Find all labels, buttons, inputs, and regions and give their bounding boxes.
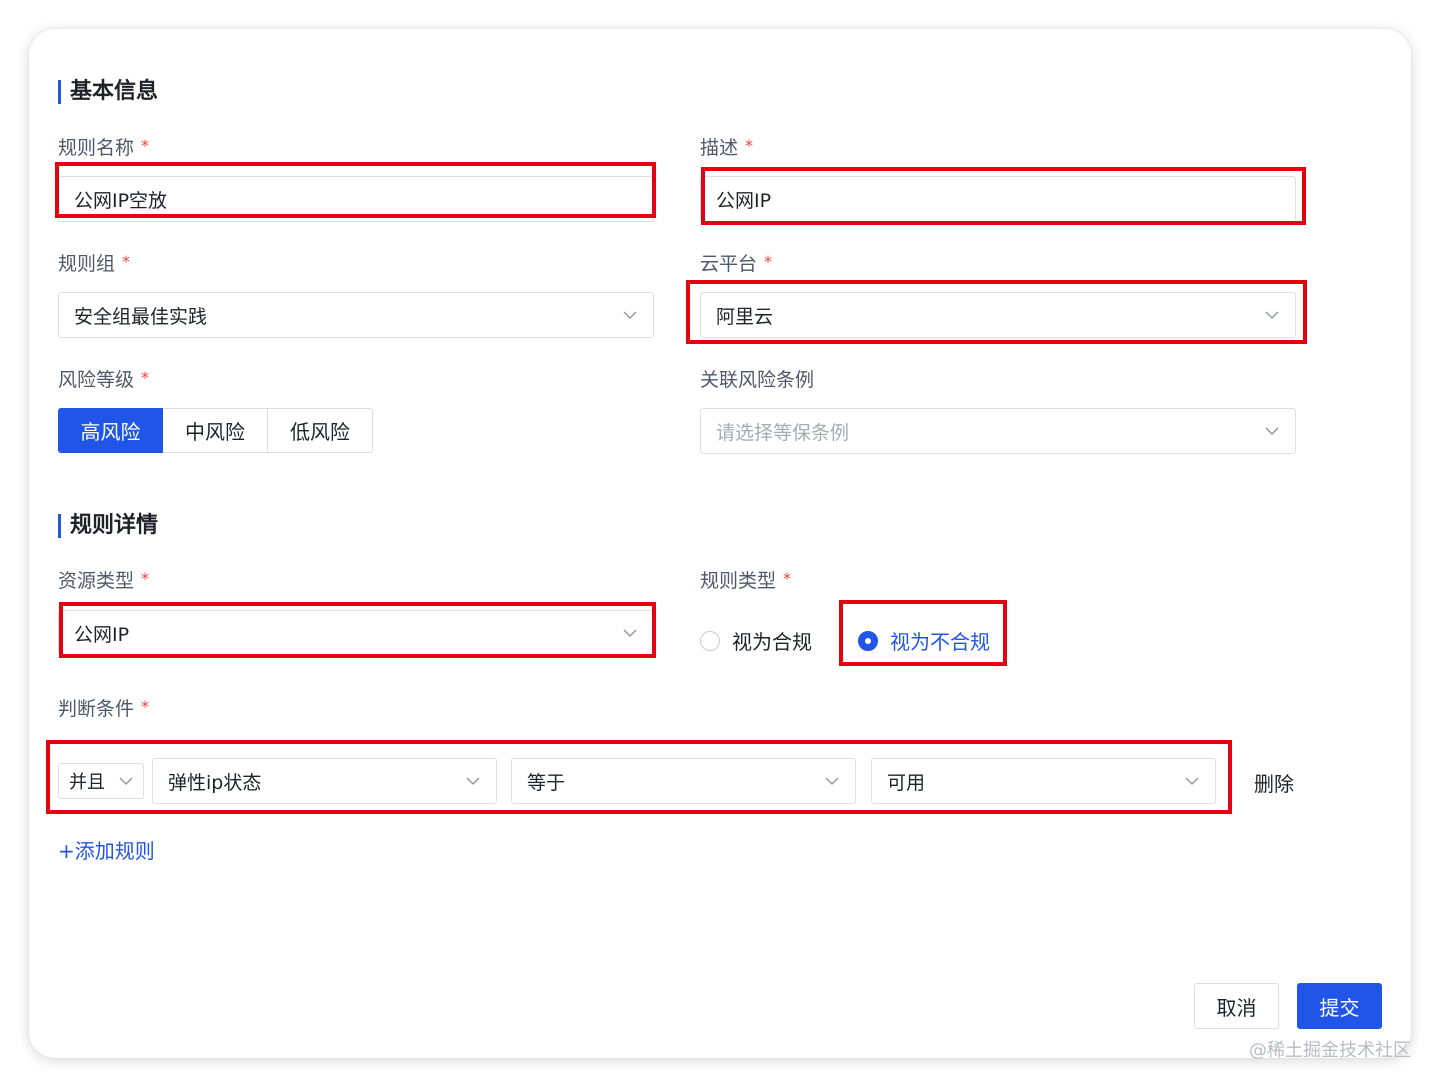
condition-value-select[interactable]: 可用 bbox=[871, 758, 1216, 804]
rule-type-compliant-label: 视为合规 bbox=[732, 630, 812, 654]
resource-type-label-text: 资源类型 bbox=[58, 570, 135, 592]
chevron-down-icon bbox=[1265, 427, 1279, 435]
description-label-text: 描述 bbox=[700, 137, 739, 159]
risk-level-medium[interactable]: 中风险 bbox=[163, 408, 268, 453]
submit-button[interactable]: 提交 bbox=[1297, 983, 1382, 1029]
risk-level-segmented: 高风险 中风险 低风险 bbox=[58, 408, 373, 453]
condition-operator-value: 等于 bbox=[527, 771, 566, 794]
chevron-down-icon bbox=[466, 777, 480, 785]
chevron-down-icon bbox=[119, 777, 133, 785]
risk-level-label-text: 风险等级 bbox=[58, 369, 135, 391]
rule-form-dialog: 基本信息 规则名称 * 公网IP空放 描述 * 公网IP 规则组 * 安全组最佳实践 … bbox=[29, 29, 1411, 1058]
cloud-platform-label: 云平台 * bbox=[700, 252, 772, 277]
description-label: 描述 * bbox=[700, 136, 753, 161]
rule-group-value: 安全组最佳实践 bbox=[74, 305, 208, 328]
condition-value-value: 可用 bbox=[887, 771, 926, 794]
conditions-label: 判断条件 * bbox=[58, 697, 149, 722]
condition-logic-value: 并且 bbox=[69, 772, 105, 793]
rule-group-label-text: 规则组 bbox=[58, 253, 116, 275]
related-regulation-select[interactable]: 请选择等保条例 bbox=[700, 408, 1296, 454]
rule-name-input[interactable]: 公网IP空放 bbox=[58, 176, 654, 222]
rule-group-select[interactable]: 安全组最佳实践 bbox=[58, 292, 654, 338]
description-value: 公网IP bbox=[716, 189, 772, 212]
chevron-down-icon bbox=[623, 629, 637, 637]
cloud-platform-value: 阿里云 bbox=[716, 305, 774, 328]
rule-group-label: 规则组 * bbox=[58, 252, 130, 277]
rule-type-noncompliant-label: 视为不合规 bbox=[890, 630, 990, 654]
condition-logic-select[interactable]: 并且 bbox=[58, 763, 144, 799]
required-mark: * bbox=[783, 569, 792, 588]
cloud-platform-select[interactable]: 阿里云 bbox=[700, 292, 1296, 338]
required-mark: * bbox=[764, 252, 773, 271]
resource-type-label: 资源类型 * bbox=[58, 569, 149, 594]
rule-type-label: 规则类型 * bbox=[700, 569, 791, 594]
rule-name-label-text: 规则名称 bbox=[58, 137, 135, 159]
condition-delete-link[interactable]: 删除 bbox=[1254, 768, 1294, 797]
required-mark: * bbox=[141, 697, 150, 716]
risk-level-high[interactable]: 高风险 bbox=[58, 408, 163, 453]
chevron-down-icon bbox=[825, 777, 839, 785]
chevron-down-icon bbox=[623, 311, 637, 319]
condition-field-value: 弹性ip状态 bbox=[168, 771, 262, 794]
required-mark: * bbox=[745, 136, 754, 155]
risk-level-low[interactable]: 低风险 bbox=[268, 408, 373, 453]
required-mark: * bbox=[141, 569, 150, 588]
add-rule-link[interactable]: +添加规则 bbox=[58, 835, 155, 864]
rule-name-label: 规则名称 * bbox=[58, 136, 149, 161]
related-regulation-label: 关联风险条例 bbox=[700, 369, 815, 391]
condition-field-select[interactable]: 弹性ip状态 bbox=[152, 758, 497, 804]
section-title-basic-info: 基本信息 bbox=[58, 79, 158, 105]
chevron-down-icon bbox=[1185, 777, 1199, 785]
risk-level-label: 风险等级 * bbox=[58, 368, 149, 393]
required-mark: * bbox=[141, 368, 150, 387]
rule-type-compliant-radio[interactable]: 视为合规 bbox=[700, 626, 812, 655]
conditions-label-text: 判断条件 bbox=[58, 698, 135, 720]
radio-circle-checked bbox=[858, 630, 878, 651]
cloud-platform-label-text: 云平台 bbox=[700, 253, 758, 275]
related-regulation-placeholder: 请选择等保条例 bbox=[716, 421, 850, 444]
condition-operator-select[interactable]: 等于 bbox=[511, 758, 856, 804]
radio-circle bbox=[700, 630, 720, 651]
cancel-button[interactable]: 取消 bbox=[1194, 983, 1279, 1029]
chevron-down-icon bbox=[1265, 311, 1279, 319]
section-title-rule-details: 规则详情 bbox=[58, 513, 158, 539]
rule-name-value: 公网IP空放 bbox=[74, 189, 168, 212]
resource-type-select[interactable]: 公网IP bbox=[58, 610, 654, 656]
rule-type-noncompliant-radio[interactable]: 视为不合规 bbox=[858, 626, 990, 655]
required-mark: * bbox=[122, 252, 131, 271]
watermark: @稀土掘金技术社区 bbox=[1249, 1040, 1411, 1061]
resource-type-value: 公网IP bbox=[74, 623, 130, 646]
required-mark: * bbox=[141, 136, 150, 155]
rule-type-label-text: 规则类型 bbox=[700, 570, 777, 592]
description-input[interactable]: 公网IP bbox=[700, 176, 1296, 222]
